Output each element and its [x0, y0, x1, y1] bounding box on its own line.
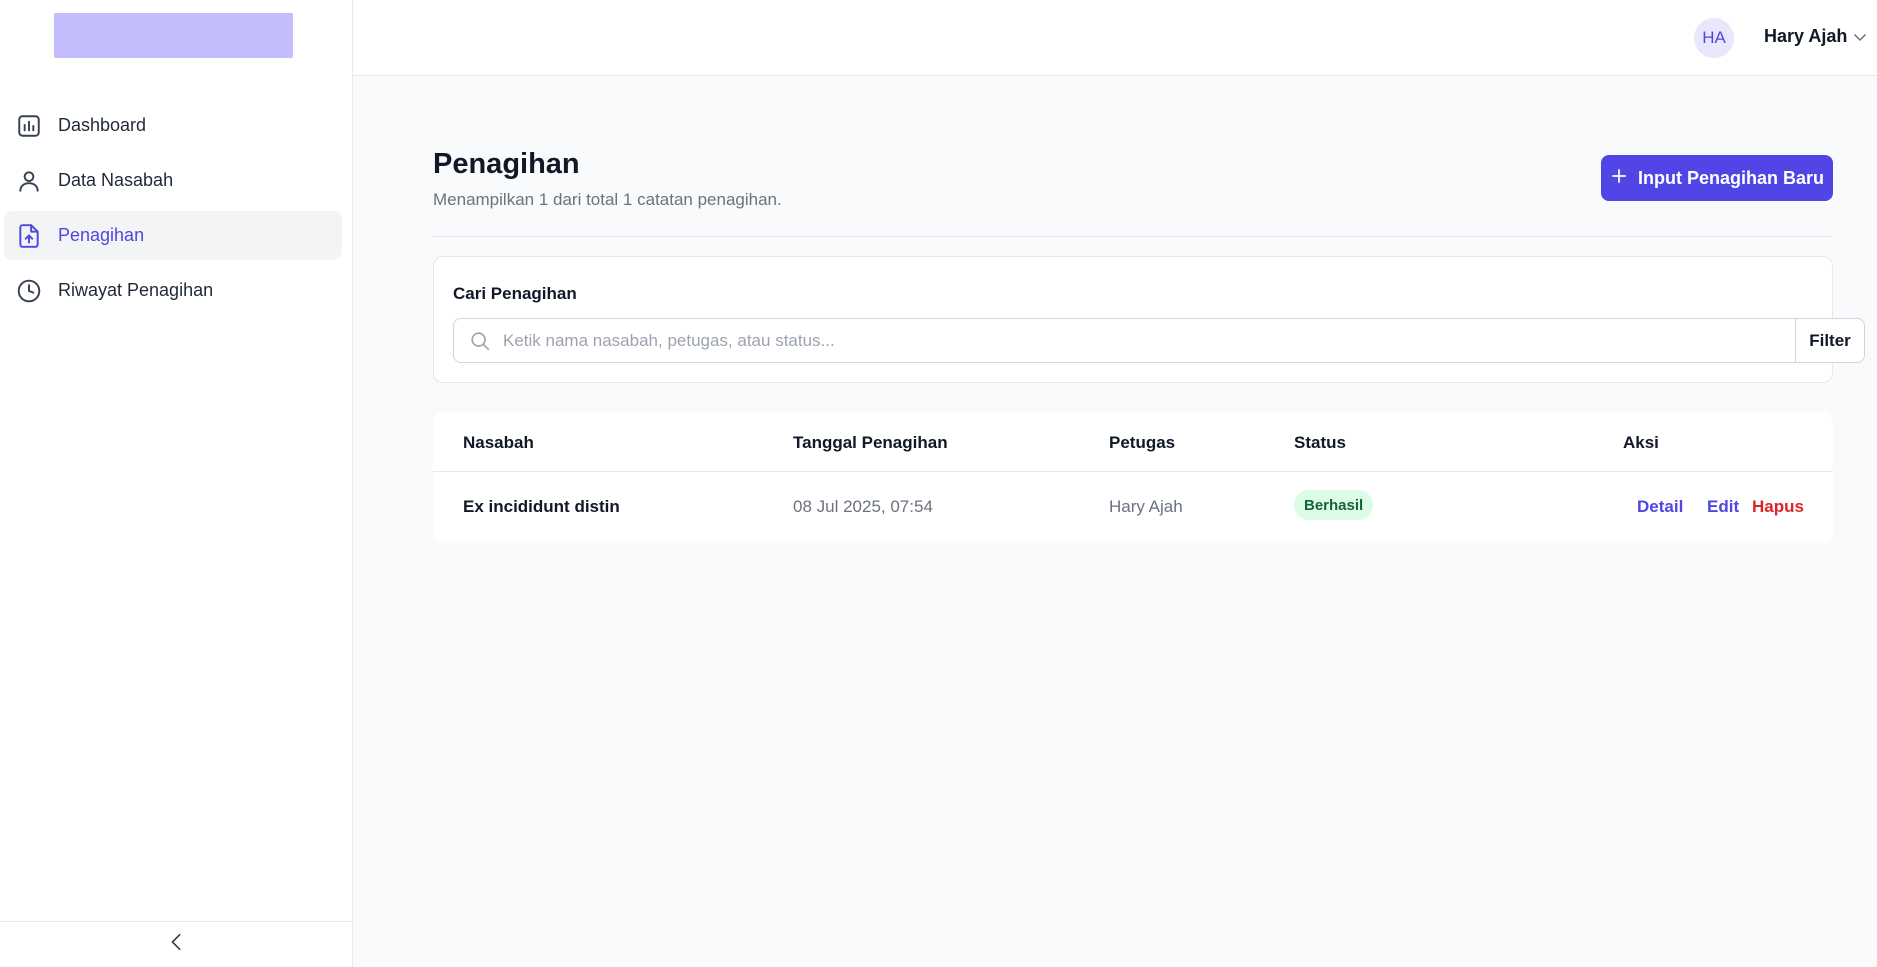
sidebar-collapse-button[interactable] — [0, 921, 353, 967]
edit-link[interactable]: Edit — [1707, 497, 1739, 517]
sidebar-item-label: Penagihan — [58, 225, 145, 245]
sidebar-item-riwayat-penagihan[interactable]: Riwayat Penagihan — [4, 266, 342, 315]
cell-petugas: Hary Ajah — [1109, 497, 1183, 516]
header-divider — [433, 236, 1833, 237]
column-header-status: Status — [1294, 433, 1346, 452]
button-label: Input Penagihan Baru — [1637, 167, 1824, 188]
sidebar-item-data-nasabah[interactable]: Data Nasabah — [4, 156, 342, 205]
hapus-link[interactable]: Hapus — [1752, 497, 1804, 517]
plus-icon — [1610, 167, 1628, 190]
sidebar-nav: Dashboard Data Nasabah Penagihan Riwayat… — [4, 101, 342, 321]
penagihan-table: Nasabah Tanggal Penagihan Petugas Status… — [433, 412, 1833, 543]
user-icon — [14, 166, 44, 196]
search-icon — [469, 330, 491, 357]
page-title: Penagihan — [433, 148, 580, 180]
status-badge: Berhasil — [1294, 490, 1374, 520]
search-input[interactable] — [503, 319, 1783, 362]
table-header: Nasabah Tanggal Penagihan Petugas Status… — [433, 412, 1833, 472]
cell-tanggal: 08 Jul 2025, 07:54 — [793, 497, 933, 516]
sidebar-item-penagihan[interactable]: Penagihan — [4, 211, 342, 260]
search-card: Cari Penagihan Filter — [433, 256, 1865, 383]
sidebar-item-dashboard[interactable]: Dashboard — [4, 101, 342, 150]
column-header-tanggal: Tanggal Penagihan — [793, 433, 948, 452]
sidebar-item-label: Data Nasabah — [58, 170, 174, 190]
sidebar: Dashboard Data Nasabah Penagihan Riwayat… — [0, 0, 353, 967]
column-header-aksi: Aksi — [1623, 433, 1659, 452]
detail-link[interactable]: Detail — [1637, 497, 1683, 517]
topbar: HA Hary Ajah — [353, 0, 1877, 76]
input-penagihan-baru-button[interactable]: Input Penagihan Baru — [1601, 155, 1833, 201]
cell-nasabah: Ex incididunt distin — [463, 497, 620, 516]
clock-icon — [14, 276, 44, 306]
page-subtitle: Menampilkan 1 dari total 1 catatan penag… — [433, 190, 782, 209]
chevron-left-icon — [166, 931, 188, 958]
sidebar-item-label: Riwayat Penagihan — [58, 280, 214, 300]
user-menu-name[interactable]: Hary Ajah — [1764, 26, 1847, 47]
document-upload-icon — [14, 221, 44, 251]
search-box — [453, 318, 1796, 363]
column-header-petugas: Petugas — [1109, 433, 1176, 452]
table-row: Ex incididunt distin 08 Jul 2025, 07:54 … — [433, 473, 1833, 543]
column-header-nasabah: Nasabah — [463, 433, 534, 452]
search-label: Cari Penagihan — [453, 284, 577, 303]
logo[interactable] — [54, 13, 293, 58]
chart-bar-icon — [14, 111, 44, 141]
sidebar-item-label: Dashboard — [58, 115, 147, 135]
chevron-down-icon[interactable] — [1851, 28, 1869, 51]
avatar[interactable]: HA — [1694, 18, 1734, 58]
filter-button[interactable]: Filter — [1795, 318, 1865, 363]
